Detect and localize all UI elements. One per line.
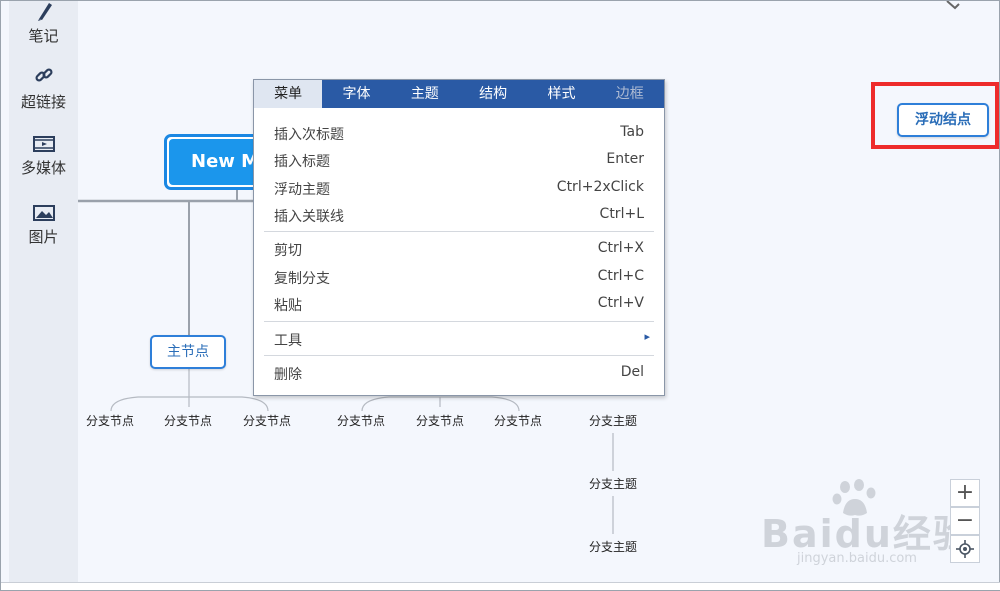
sidebar-item-label: 笔记: [28, 27, 59, 45]
leaf-node[interactable]: 分支节点: [337, 412, 385, 429]
context-menu-tabs: 菜单 字体 主题 结构 样式 边框: [254, 80, 664, 108]
app-window: 笔记 超链接 多媒体 图片 New 主节点 浮动结点 分支节点 分支节点 分支节…: [0, 0, 1000, 591]
menu-item-delete[interactable]: 删除 Del: [274, 364, 644, 384]
tab-menu[interactable]: 菜单: [254, 80, 323, 108]
sidebar-item-label: 图片: [28, 228, 59, 246]
branch-topic-node[interactable]: 分支主题: [589, 538, 637, 555]
sidebar-item-image[interactable]: 图片: [9, 204, 78, 247]
menu-item-paste[interactable]: 粘贴 Ctrl+V: [274, 295, 644, 315]
menu-separator: [264, 231, 654, 232]
menu-item-tools[interactable]: 工具 ▸: [274, 330, 650, 350]
zoom-out-button[interactable]: −: [950, 507, 980, 535]
menu-item-label: 插入次标题: [274, 127, 344, 143]
context-menu: 菜单 字体 主题 结构 样式 边框 插入次标题 Tab 插入标题 Enter 浮…: [253, 79, 665, 396]
link-icon: [34, 68, 53, 82]
sidebar-item-label: 多媒体: [20, 159, 66, 177]
menu-item-shortcut: Ctrl+2xClick: [556, 179, 644, 195]
sidebar-item-hyperlink[interactable]: 超链接: [9, 65, 78, 112]
menu-item-label: 插入关联线: [274, 209, 344, 225]
tab-structure[interactable]: 结构: [459, 80, 527, 108]
leaf-node[interactable]: 分支节点: [243, 412, 291, 429]
tab-style[interactable]: 样式: [527, 80, 595, 108]
menu-item-shortcut: Ctrl+X: [597, 240, 644, 256]
image-icon: [32, 205, 55, 221]
menu-item-label: 工具: [274, 333, 302, 349]
menu-item-label: 剪切: [274, 243, 302, 259]
sidebar-item-multimedia[interactable]: 多媒体: [9, 135, 78, 178]
menu-item-shortcut: Ctrl+C: [597, 268, 644, 284]
locate-button[interactable]: [950, 535, 980, 563]
menu-item-floating-topic[interactable]: 浮动主题 Ctrl+2xClick: [274, 179, 644, 199]
menu-separator: [264, 321, 654, 322]
sidebar-item-note[interactable]: 笔记: [9, 1, 78, 46]
sidebar: 笔记 超链接 多媒体 图片: [9, 1, 78, 584]
submenu-arrow-icon: ▸: [644, 330, 650, 343]
watermark-sub-text: jingyan.baidu.com: [797, 551, 917, 566]
leaf-node[interactable]: 分支节点: [86, 412, 134, 429]
menu-item-shortcut: Ctrl+L: [599, 206, 644, 222]
watermark-main-text: Baidu经验: [761, 512, 973, 556]
film-icon: [32, 136, 55, 152]
branch-topic-node[interactable]: 分支主题: [589, 412, 637, 429]
leaf-node[interactable]: 分支节点: [164, 412, 212, 429]
menu-item-label: 删除: [274, 367, 302, 383]
menu-item-insert-subtopic[interactable]: 插入次标题 Tab: [274, 124, 644, 144]
menu-item-label: 复制分支: [274, 271, 330, 287]
tab-theme[interactable]: 主题: [391, 80, 459, 108]
menu-item-label: 插入标题: [274, 154, 330, 170]
crosshair-icon: [956, 540, 974, 558]
menu-item-shortcut: Ctrl+V: [597, 295, 644, 311]
menu-item-shortcut: Enter: [606, 151, 644, 167]
menu-item-label: 粘贴: [274, 298, 302, 314]
tab-border: 边框: [615, 86, 644, 102]
leaf-node[interactable]: 分支节点: [494, 412, 542, 429]
menu-item-label: 浮动主题: [274, 182, 330, 198]
leaf-node[interactable]: 分支节点: [416, 412, 464, 429]
zoom-in-button[interactable]: +: [950, 479, 980, 507]
menu-item-copy-branch[interactable]: 复制分支 Ctrl+C: [274, 268, 644, 288]
main-topic-node[interactable]: 主节点: [150, 335, 226, 369]
menu-item-cut[interactable]: 剪切 Ctrl+X: [274, 240, 644, 260]
menu-item-shortcut: Tab: [620, 124, 644, 140]
pencil-icon: [37, 3, 52, 21]
floating-topic-node[interactable]: 浮动结点: [897, 103, 989, 137]
menu-item-insert-topic[interactable]: 插入标题 Enter: [274, 151, 644, 171]
tab-font[interactable]: 字体: [322, 80, 390, 108]
menu-item-shortcut: Del: [620, 364, 644, 380]
branch-topic-node[interactable]: 分支主题: [589, 475, 637, 492]
sidebar-item-label: 超链接: [20, 93, 66, 111]
window-bottom-edge: [1, 582, 1000, 590]
menu-separator: [264, 355, 654, 356]
menu-item-insert-relationship[interactable]: 插入关联线 Ctrl+L: [274, 206, 644, 226]
